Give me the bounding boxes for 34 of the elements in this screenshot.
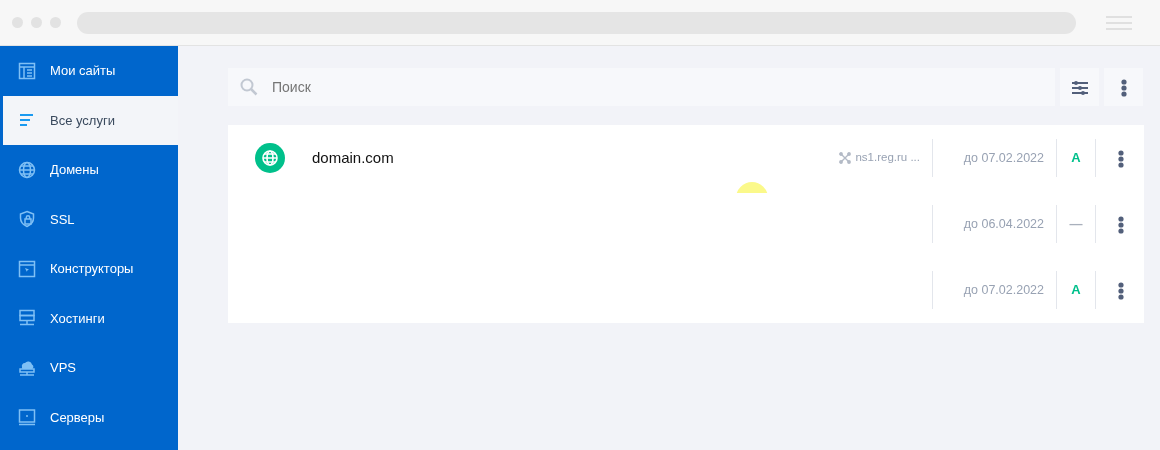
filter-button[interactable] (1060, 68, 1099, 106)
more-icon (1118, 215, 1124, 234)
window-cursor-icon (18, 259, 36, 278)
sidebar-item[interactable]: Все услуги (3, 95, 178, 145)
expiry-date: до 07.02.2022 (963, 282, 1044, 297)
more-icon (1118, 281, 1124, 300)
globe-icon (255, 143, 285, 173)
status-text: — (1069, 216, 1083, 232)
more-button[interactable] (1104, 68, 1143, 106)
sidebar-item[interactable]: Хостинги (0, 293, 178, 343)
search-field[interactable]: Поиск (228, 68, 1055, 106)
nameserver-text: ns1.reg.ru ... (855, 150, 920, 166)
server-icon (18, 309, 36, 328)
status-text: A (1071, 282, 1081, 298)
monitor-icon (18, 408, 36, 427)
more-icon (1120, 78, 1127, 97)
sidebar-item[interactable]: Мои сайты (0, 46, 178, 96)
nameserver-icon (839, 152, 852, 164)
expiry-date: до 07.02.2022 (963, 150, 1044, 165)
sidebar-item[interactable]: Серверы (0, 392, 178, 442)
globe-icon (18, 160, 36, 179)
more-icon (1118, 149, 1124, 168)
sidebar-item[interactable]: SSL (0, 194, 178, 244)
sidebar-item[interactable]: Конструкторы (0, 244, 178, 294)
sidebar-item[interactable]: VPS (0, 343, 178, 393)
cloud-server-icon (18, 358, 36, 377)
cursor-highlight (736, 181, 768, 193)
sidebar-item[interactable]: Домены (0, 145, 178, 195)
shield-lock-icon (18, 210, 36, 229)
layout-icon (18, 61, 36, 80)
domain-name[interactable]: domain.com (312, 148, 394, 166)
expiry-date: до 06.04.2022 (963, 216, 1044, 231)
filter-icon (1071, 80, 1088, 95)
status-text: A (1071, 150, 1081, 166)
